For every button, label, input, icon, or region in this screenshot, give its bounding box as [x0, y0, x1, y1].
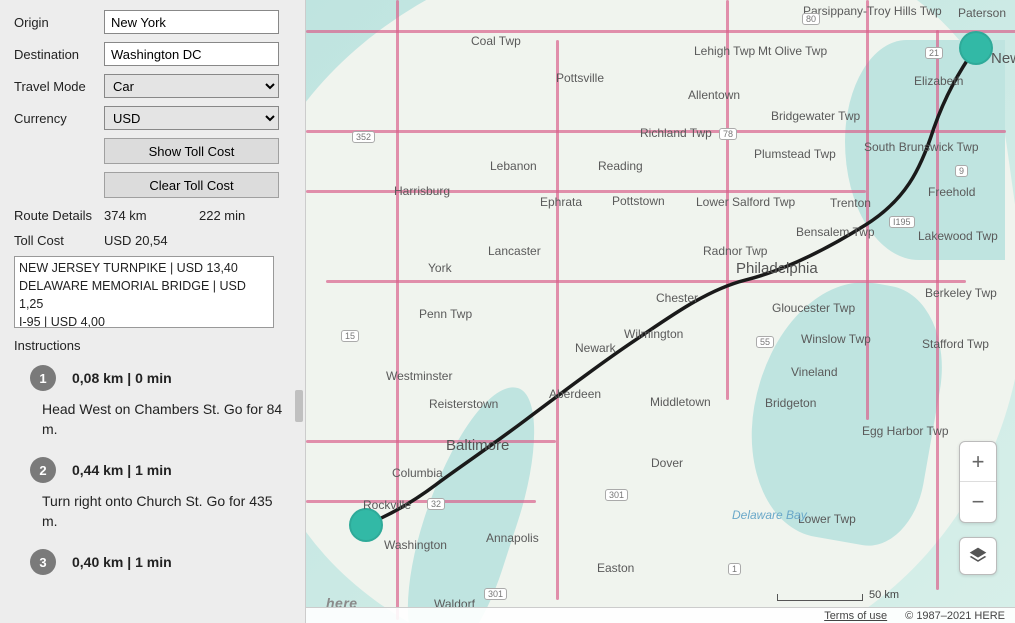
toll-item: I-95 | USD 4,00	[19, 313, 269, 328]
currency-label: Currency	[14, 111, 104, 126]
control-panel: Origin Destination Travel Mode Car Curre…	[0, 0, 305, 623]
ocean	[845, 40, 1005, 260]
road	[726, 0, 729, 400]
route-shield: 15	[341, 330, 359, 342]
zoom-out-button[interactable]: −	[960, 482, 996, 522]
instruction-step: 1 0,08 km | 0 min Head West on Chambers …	[14, 365, 285, 439]
toll-breakdown-list[interactable]: NEW JERSEY TURNPIKE | USD 13,40 DELAWARE…	[14, 256, 274, 328]
road	[306, 130, 1006, 133]
route-shield: 32	[427, 498, 445, 510]
travel-mode-row: Travel Mode Car	[14, 74, 291, 98]
instruction-step: 2 0,44 km | 1 min Turn right onto Church…	[14, 457, 285, 531]
app-root: Origin Destination Travel Mode Car Curre…	[0, 0, 1015, 623]
origin-row: Origin	[14, 10, 291, 34]
layers-button[interactable]	[959, 537, 997, 575]
road	[306, 190, 866, 193]
route-shield: I195	[889, 216, 915, 228]
map-canvas[interactable]: New York Philadelphia Baltimore Washingt…	[305, 0, 1015, 623]
destination-row: Destination	[14, 42, 291, 66]
instructions-label: Instructions	[14, 338, 291, 353]
step-number: 2	[30, 457, 56, 483]
step-number: 3	[30, 549, 56, 575]
step-title: 0,40 km | 1 min	[72, 554, 172, 570]
route-shield: 352	[352, 131, 375, 143]
map-footer: Terms of use © 1987–2021 HERE	[306, 607, 1015, 623]
clear-toll-row: Clear Toll Cost	[14, 172, 291, 198]
route-shield: 80	[802, 13, 820, 25]
route-distance: 374 km	[104, 208, 199, 223]
panel-scrollbar[interactable]	[295, 390, 303, 422]
route-shield: 9	[955, 165, 968, 177]
road	[306, 500, 536, 503]
road	[396, 0, 399, 620]
step-title: 0,44 km | 1 min	[72, 462, 172, 478]
destination-label: Destination	[14, 47, 104, 62]
origin-marker[interactable]	[959, 31, 993, 65]
zoom-in-button[interactable]: +	[960, 442, 996, 482]
toll-total-row: Toll Cost USD 20,54	[14, 233, 291, 248]
scale-bar: 50 km	[777, 589, 899, 601]
toll-total: USD 20,54	[104, 233, 168, 248]
route-shield: 301	[484, 588, 507, 600]
destination-marker[interactable]	[349, 508, 383, 542]
route-details-label: Route Details	[14, 208, 104, 223]
clear-toll-button[interactable]: Clear Toll Cost	[104, 172, 279, 198]
layers-icon	[968, 546, 988, 566]
currency-select[interactable]: USD	[104, 106, 279, 130]
city-label: Paterson	[958, 6, 1006, 20]
route-shield: 78	[719, 128, 737, 140]
route-shield: 301	[605, 489, 628, 501]
road	[326, 280, 966, 283]
step-number: 1	[30, 365, 56, 391]
currency-row: Currency USD	[14, 106, 291, 130]
travel-mode-label: Travel Mode	[14, 79, 104, 94]
route-shield: 21	[925, 47, 943, 59]
show-toll-button[interactable]: Show Toll Cost	[104, 138, 279, 164]
terms-link[interactable]: Terms of use	[824, 610, 887, 622]
scale-label: 50 km	[869, 589, 899, 601]
travel-mode-select[interactable]: Car	[104, 74, 279, 98]
toll-label: Toll Cost	[14, 233, 104, 248]
road	[556, 40, 559, 600]
road	[306, 440, 556, 443]
origin-label: Origin	[14, 15, 104, 30]
origin-input[interactable]	[104, 10, 279, 34]
step-body: Head West on Chambers St. Go for 84 m.	[14, 399, 285, 439]
road	[866, 0, 869, 420]
road	[306, 30, 1015, 33]
destination-input[interactable]	[104, 42, 279, 66]
route-details-row: Route Details 374 km 222 min	[14, 208, 291, 223]
toll-item: NEW JERSEY TURNPIKE | USD 13,40	[19, 259, 269, 277]
zoom-control: + −	[959, 441, 997, 523]
copyright-text: © 1987–2021 HERE	[905, 610, 1005, 622]
step-body: Turn straight onto Avenue of the	[14, 583, 285, 585]
instructions-list[interactable]: 1 0,08 km | 0 min Head West on Chambers …	[14, 365, 291, 585]
route-duration: 222 min	[199, 208, 245, 223]
route-shield: 1	[728, 563, 741, 575]
step-body: Turn right onto Church St. Go for 435 m.	[14, 491, 285, 531]
toll-item: DELAWARE MEMORIAL BRIDGE | USD 1,25	[19, 277, 269, 313]
route-shield: 55	[756, 336, 774, 348]
show-toll-row: Show Toll Cost	[14, 138, 291, 164]
instruction-step: 3 0,40 km | 1 min Turn straight onto Ave…	[14, 549, 285, 585]
step-title: 0,08 km | 0 min	[72, 370, 172, 386]
road	[936, 30, 939, 590]
